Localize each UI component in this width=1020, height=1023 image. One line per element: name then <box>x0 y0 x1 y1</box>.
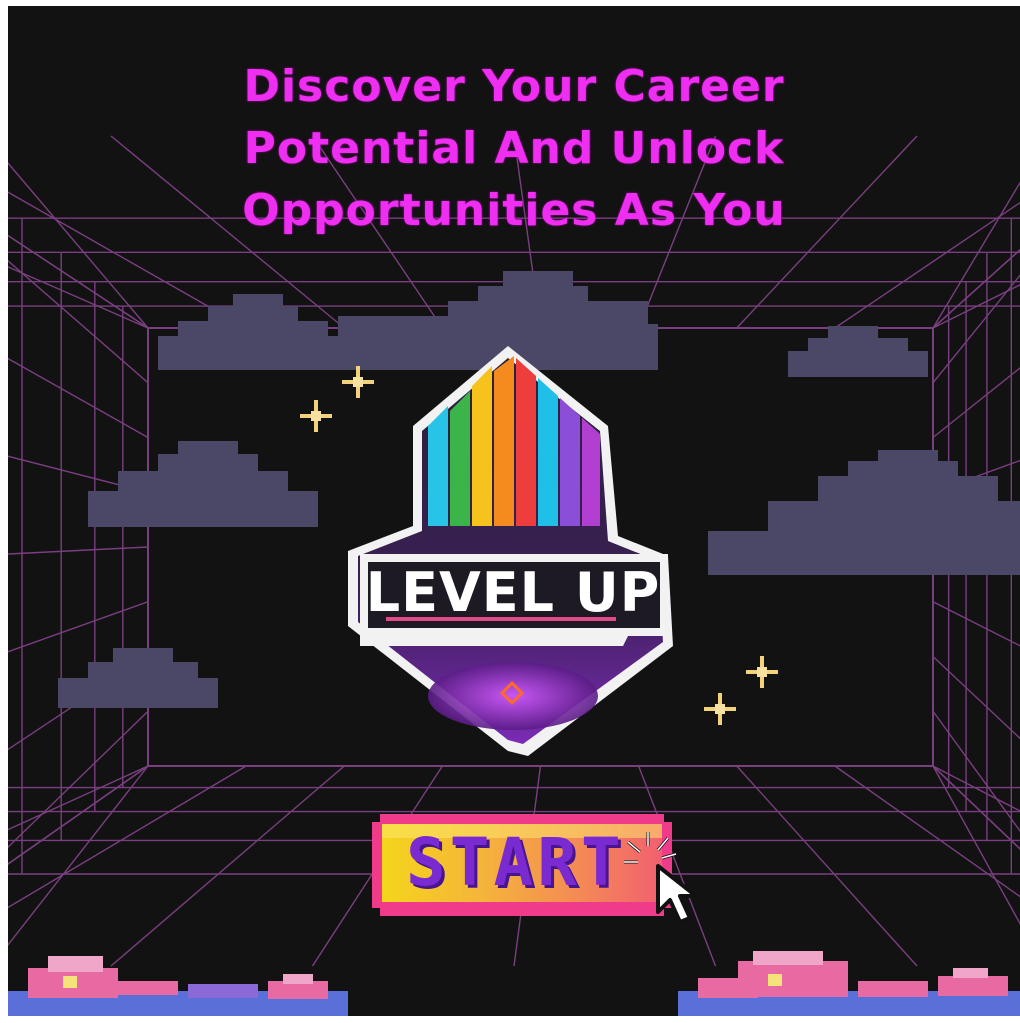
pointer-arrow-icon <box>624 832 698 924</box>
game-title-screen: Discover Your Career Potential And Unloc… <box>8 6 1020 1016</box>
cloud <box>8 956 348 1016</box>
start-button-label: START <box>406 824 625 901</box>
cloud <box>678 951 1020 1016</box>
